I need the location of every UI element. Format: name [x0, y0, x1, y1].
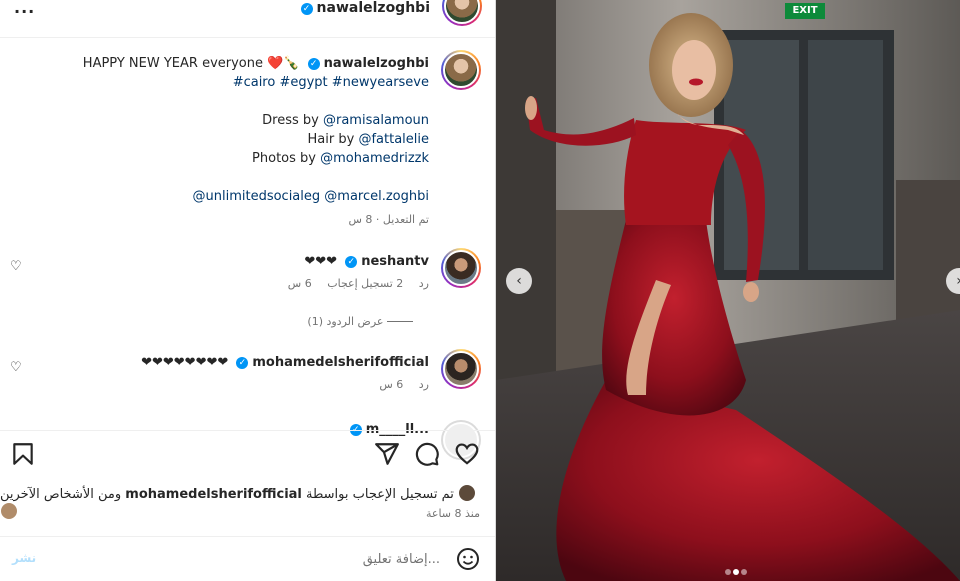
verified-badge-icon: ✓ [236, 357, 249, 369]
more-options-icon[interactable]: ··· [14, 2, 35, 21]
verified-badge-icon: ✓ [345, 256, 358, 268]
comment-icon[interactable] [414, 441, 440, 467]
comment-reply-button[interactable]: رد [419, 277, 429, 290]
likes-user[interactable]: mohamedelsherifofficial [125, 487, 302, 502]
comment-reply-button[interactable]: رد [419, 378, 429, 391]
comment-item: ❤❤❤ ✓ neshantv رد 2 تسجيل إعجاب 6 س [276, 254, 429, 290]
header-avatar[interactable] [442, 0, 482, 26]
emoji-icon[interactable] [456, 547, 480, 571]
comment-username[interactable]: mohamedelsherifofficial [252, 355, 429, 370]
post-header: ··· ✓ nawalelzoghbi [0, 0, 495, 38]
photo-woman-in-red-gown [496, 0, 960, 581]
mention-marcel-zoghbi[interactable]: @marcel.zoghbi [324, 189, 429, 204]
caption-hashtags[interactable]: #cairo #egypt #newyearseve [29, 73, 429, 92]
send-icon[interactable] [374, 441, 400, 467]
dress-label: Dress by [262, 113, 319, 128]
caption-username[interactable]: nawalelzoghbi [324, 56, 429, 71]
post-details-panel: ··· ✓ nawalelzoghbi HAPPY NEW YEAR everyo… [0, 0, 496, 581]
comment-meta: رد 6 س [141, 378, 429, 391]
liker-avatar [0, 502, 18, 520]
carousel-dot [741, 569, 747, 575]
comment-text: ❤❤❤ [304, 254, 338, 269]
hair-tag[interactable]: @fattalelie [358, 132, 429, 147]
likes-prefix: تم تسجيل الإعجاب بواسطة [306, 487, 454, 502]
carousel-dot [725, 569, 731, 575]
photos-tag[interactable]: @mohamedrizzk [320, 151, 429, 166]
comment-like-heart-icon[interactable]: ♡ [10, 260, 24, 274]
photos-label: Photos by [252, 151, 316, 166]
mention-unlimitedsocialeg[interactable]: @unlimitedsocialeg [193, 189, 321, 204]
comment-like-heart-icon[interactable]: ♡ [10, 361, 24, 375]
comment-input[interactable] [50, 547, 440, 571]
comment-meta: رد 2 تسجيل إعجاب 6 س [276, 277, 429, 290]
post-date[interactable]: منذ 8 ساعة [426, 507, 480, 520]
caption-text: HAPPY NEW YEAR everyone ❤️🍾 [82, 56, 300, 71]
heart-icon[interactable] [454, 441, 480, 467]
exit-sign: EXIT [785, 3, 825, 19]
dress-tag[interactable]: @ramisalamoun [323, 113, 429, 128]
replies-divider [387, 321, 413, 322]
comment-likes-count[interactable]: 2 تسجيل إعجاب [327, 277, 403, 290]
comment-time: 6 س [287, 277, 312, 290]
caption-first-line: HAPPY NEW YEAR everyone ❤️🍾 ✓ nawalelzogh… [29, 54, 429, 73]
carousel-indicator [724, 564, 748, 579]
post-comment-button[interactable]: نشر [12, 551, 36, 565]
previous-image-chevron-left-icon[interactable]: ‹ [506, 268, 532, 294]
add-comment-bar: نشر [0, 536, 495, 581]
verified-badge-icon: ✓ [300, 3, 313, 15]
likes-summary: ومن الأشخاص الآخرين mohamedelsherifoffic… [0, 484, 480, 520]
comment-item: ❤❤❤❤❤❤❤❤ ✓ mohamedelsherifofficial رد 6 س [141, 355, 429, 391]
comment-username[interactable]: neshantv [361, 254, 429, 269]
comment-text: ❤❤❤❤❤❤❤❤ [141, 355, 229, 370]
caption-avatar[interactable] [441, 50, 481, 90]
bookmark-icon[interactable] [10, 441, 36, 467]
comment-avatar[interactable] [441, 248, 481, 288]
caption: HAPPY NEW YEAR everyone ❤️🍾 ✓ nawalelzogh… [29, 54, 429, 229]
view-replies-button[interactable]: عرض الردود (1) [307, 315, 425, 328]
post-image: EXIT ‹ › [496, 0, 960, 581]
likes-suffix[interactable]: ومن الأشخاص الآخرين [0, 487, 121, 502]
caption-edited-time: تم التعديل · 8 س [348, 213, 429, 226]
comment-avatar[interactable] [441, 349, 481, 389]
comment-time: 6 س [379, 378, 404, 391]
hair-label: Hair by [307, 132, 355, 147]
carousel-dot-active [733, 569, 739, 575]
verified-badge-icon: ✓ [307, 58, 320, 70]
post-actions: ومن الأشخاص الآخرين mohamedelsherifoffic… [0, 430, 495, 534]
header-username[interactable]: ✓ nawalelzoghbi [297, 0, 430, 16]
liker-avatar [458, 484, 477, 502]
